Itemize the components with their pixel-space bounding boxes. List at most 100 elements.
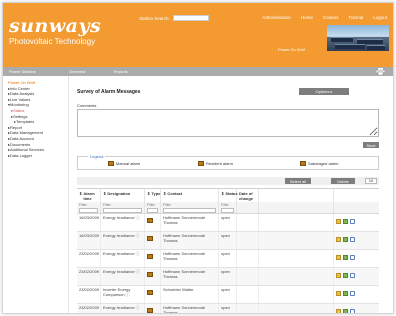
col-alarm-time[interactable]: ⇕ Alarm time	[77, 189, 101, 202]
message-icon[interactable]	[350, 291, 355, 296]
cell-actions	[334, 286, 364, 303]
message-icon[interactable]	[350, 219, 355, 224]
alarm-type-icon	[147, 290, 153, 295]
sort-icon: ⇕	[163, 191, 167, 196]
nav-logout[interactable]: Logout	[373, 15, 387, 20]
cell-designation: Inverter Energy Comparisonⓘ	[101, 286, 145, 303]
delete-button[interactable]: Delete	[331, 178, 355, 184]
acknowledge-icon[interactable]	[343, 309, 348, 313]
nav-administration[interactable]: Administration	[262, 15, 291, 20]
edit-icon[interactable]	[336, 219, 341, 224]
cell-spacer	[259, 232, 334, 249]
cell-contact: Hoffmann Sonnenmode Thomas	[161, 214, 219, 231]
table-row[interactable]: 23/02/2009 Energy Irradianceⓘ Hoffmann S…	[77, 250, 379, 268]
main-navbar: Power Stations Overview Reports	[3, 67, 393, 76]
filter-status-input[interactable]	[221, 208, 234, 213]
sort-icon: ⇕	[103, 191, 107, 196]
filter-alarm-time-input[interactable]	[79, 208, 98, 213]
header: sunways Photovoltaic Technology Station …	[3, 3, 393, 67]
cell-type	[145, 304, 161, 313]
message-icon[interactable]	[350, 237, 355, 242]
table-row[interactable]: 16/03/2009 Energy Irradianceⓘ Hoffmann S…	[77, 214, 379, 232]
table-row[interactable]: 23/02/2009 Energy Irradianceⓘ Hoffmann S…	[77, 304, 379, 313]
alarm-table: ⇕ Alarm time ⇕ Designation ⇕ Type ⇕ Contact …	[77, 188, 379, 313]
table-row[interactable]: 23/02/2009 Inverter Energy Comparisonⓘ S…	[77, 286, 379, 304]
power-station-selector[interactable]: Power Stations	[3, 69, 69, 74]
cell-designation: Energy Irradianceⓘ	[101, 268, 145, 285]
print-icon[interactable]	[376, 68, 385, 75]
acknowledge-icon[interactable]	[343, 219, 348, 224]
info-icon[interactable]: ⓘ	[126, 292, 130, 297]
sort-icon: ⇕	[221, 191, 225, 196]
cell-type	[145, 268, 161, 285]
filter-type: Filter	[145, 202, 161, 213]
edit-icon[interactable]	[336, 309, 341, 313]
info-icon[interactable]: ⓘ	[136, 215, 140, 220]
alarm-type-icon	[147, 218, 153, 223]
station-search-label: Station Search:	[139, 15, 170, 21]
acknowledge-icon[interactable]	[343, 237, 348, 242]
brand-logo[interactable]: sunways	[9, 15, 101, 37]
options-button[interactable]: Options ▸	[299, 88, 349, 95]
station-search-input[interactable]	[172, 15, 209, 21]
alarm-type-icon	[147, 308, 153, 313]
col-status[interactable]: ⇕ Status	[219, 189, 238, 202]
filter-status: Filter	[219, 202, 237, 213]
acknowledge-icon[interactable]	[343, 273, 348, 278]
cell-alarm-time: 23/02/2009	[77, 250, 101, 267]
current-user-link[interactable]: Power On Wolf	[278, 47, 305, 52]
alarm-type-icon	[147, 254, 153, 259]
nav-reports[interactable]: Reports	[114, 69, 128, 74]
cell-alarm-time: 23/02/2009	[77, 304, 101, 313]
filter-designation-input[interactable]	[103, 208, 142, 213]
col-type[interactable]: ⇕ Type	[145, 189, 161, 202]
filter-contact-input[interactable]	[163, 208, 216, 213]
edit-icon[interactable]	[336, 291, 341, 296]
edit-icon[interactable]	[336, 255, 341, 260]
info-icon[interactable]: ⓘ	[136, 233, 140, 238]
cell-status: open	[219, 232, 237, 249]
cell-designation: Energy Irradianceⓘ	[101, 250, 145, 267]
cell-date-of-change	[237, 304, 259, 313]
message-icon[interactable]	[350, 273, 355, 278]
comments-textarea[interactable]	[77, 109, 379, 137]
edit-icon[interactable]	[336, 237, 341, 242]
legend: Legend Manual alarm Resident alarm Sabot…	[77, 154, 379, 170]
sidebar-item-data-logger[interactable]: ▸Data Logger	[8, 153, 63, 159]
sort-icon: ⇕	[147, 191, 151, 196]
cell-alarm-time: 16/03/2009	[77, 232, 101, 249]
cell-contact: Schneider Walter	[161, 286, 219, 303]
col-designation[interactable]: ⇕ Designation	[101, 189, 145, 202]
cell-date-of-change	[237, 250, 259, 267]
info-icon[interactable]: ⓘ	[136, 305, 140, 310]
filter-spacer	[259, 202, 334, 213]
select-all-button[interactable]: Select all	[285, 178, 311, 184]
cell-actions	[334, 250, 364, 267]
edit-icon[interactable]	[336, 273, 341, 278]
col-contact[interactable]: ⇕ Contact	[161, 189, 219, 202]
save-button[interactable]: Save	[363, 142, 379, 148]
nav-contact[interactable]: Contact	[323, 15, 339, 20]
solar-plant-photo	[327, 25, 389, 51]
per-page-select[interactable]: 10	[365, 178, 377, 184]
nav-overview[interactable]: Overview	[69, 69, 86, 74]
cell-contact: Hoffmann Sonnenmode Thomas	[161, 232, 219, 249]
acknowledge-icon[interactable]	[343, 291, 348, 296]
message-icon[interactable]	[350, 255, 355, 260]
col-date-of-change[interactable]: Date of change	[237, 189, 259, 202]
table-row[interactable]: 23/02/2009 Energy Irradianceⓘ Hoffmann S…	[77, 268, 379, 286]
message-icon[interactable]	[350, 309, 355, 313]
cell-contact: Hoffmann Sonnenmode Thomas	[161, 250, 219, 267]
cell-actions	[334, 232, 364, 249]
nav-tutorial[interactable]: Tutorial	[348, 15, 363, 20]
legend-resident-alarm-label: Resident alarm	[206, 161, 233, 166]
info-icon[interactable]: ⓘ	[136, 269, 140, 274]
nav-home[interactable]: Home	[301, 15, 313, 20]
manual-alarm-icon	[108, 161, 114, 166]
acknowledge-icon[interactable]	[343, 255, 348, 260]
cell-date-of-change	[237, 286, 259, 303]
table-row[interactable]: 16/03/2009 Energy Irradianceⓘ Hoffmann S…	[77, 232, 379, 250]
cell-type	[145, 286, 161, 303]
info-icon[interactable]: ⓘ	[136, 251, 140, 256]
filter-type-input[interactable]	[147, 208, 158, 213]
